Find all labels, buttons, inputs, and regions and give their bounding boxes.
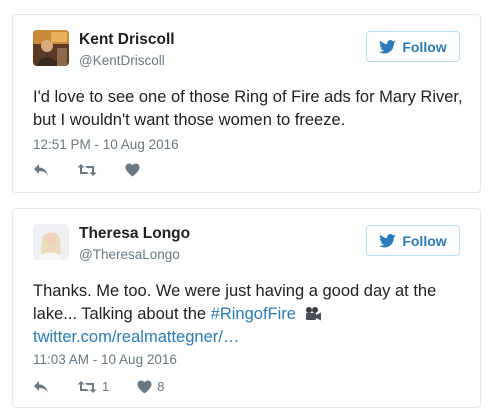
tweet-text-segment: lake... Talking about the	[33, 305, 211, 323]
tweet-text: I'd love to see one of those Ring of Fir…	[33, 86, 464, 132]
kent-driscoll-avatar[interactable]	[33, 30, 69, 66]
reply-button[interactable]	[33, 163, 49, 177]
tweet-actions	[33, 163, 168, 177]
twitter-bird-icon	[379, 233, 396, 248]
theresa-longo-avatar[interactable]	[33, 224, 69, 260]
movie-camera-icon	[305, 307, 321, 321]
tweet-text-line: Thanks. Me too. We were just having a go…	[33, 282, 437, 300]
retweet-button[interactable]: 1	[77, 379, 109, 394]
tweet-url-link[interactable]: twitter.com/realmattegner/…	[33, 328, 239, 346]
heart-icon	[125, 163, 140, 177]
follow-label: Follow	[402, 232, 447, 249]
retweet-button[interactable]	[77, 163, 97, 177]
follow-button[interactable]: Follow	[366, 31, 460, 62]
author-name[interactable]: Theresa Longo	[79, 225, 190, 243]
tweet-text-line: lake... Talking about the #RingofFire	[33, 303, 464, 326]
tweet-text-line: I'd love to see one of those Ring of Fir…	[33, 88, 463, 106]
follow-label: Follow	[402, 38, 447, 55]
tweet-actions: 1 8	[33, 379, 192, 394]
reply-icon	[34, 164, 48, 176]
ringoffire-hashtag-link[interactable]: #RingofFire	[211, 305, 296, 323]
retweet-icon	[77, 164, 97, 176]
reply-button[interactable]	[33, 380, 49, 394]
tweet-timestamp[interactable]: 11:03 AM - 10 Aug 2016	[33, 352, 177, 367]
tweet-text: Thanks. Me too. We were just having a go…	[33, 280, 464, 349]
tweet-text-line: twitter.com/realmattegner/…	[33, 326, 464, 349]
author-name[interactable]: Kent Driscoll	[79, 31, 175, 49]
tweet-card-theresa-longo: Theresa Longo @TheresaLongo Follow Thank…	[12, 208, 481, 408]
tweet-text-line: but I wouldn't want those women to freez…	[33, 111, 346, 129]
follow-button[interactable]: Follow	[366, 225, 460, 256]
twitter-bird-icon	[379, 39, 396, 54]
author-handle[interactable]: @TheresaLongo	[79, 247, 180, 262]
retweet-count: 1	[102, 379, 110, 394]
like-button[interactable]	[125, 163, 140, 177]
retweet-icon	[77, 380, 97, 393]
author-handle[interactable]: @KentDriscoll	[79, 53, 165, 68]
like-button[interactable]: 8	[137, 379, 164, 394]
tweet-timestamp[interactable]: 12:51 PM - 10 Aug 2016	[33, 137, 179, 152]
heart-icon	[137, 380, 152, 393]
reply-icon	[34, 380, 48, 393]
like-count: 8	[157, 379, 165, 394]
tweet-card-kent-driscoll: Kent Driscoll @KentDriscoll Follow I'd l…	[12, 14, 481, 193]
